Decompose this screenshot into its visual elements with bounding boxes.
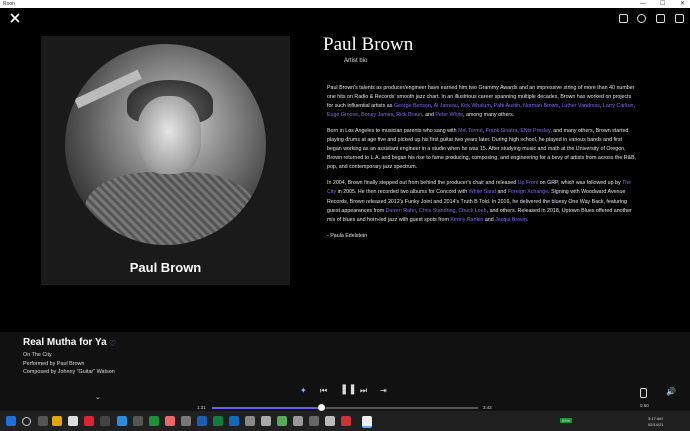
app-icon[interactable]: [325, 416, 335, 426]
bio-link[interactable]: Chuck Loeb: [458, 208, 486, 214]
volume-icon[interactable]: 🔊: [666, 387, 676, 396]
artist-image-panel: Paul Brown: [41, 36, 290, 285]
app-icon[interactable]: [277, 416, 287, 426]
app-title: Roon: [3, 1, 15, 7]
album-name[interactable]: On The City: [23, 352, 52, 358]
bio-link[interactable]: Darren Rahn: [386, 208, 416, 214]
radio-mode-icon[interactable]: ✦: [300, 386, 307, 395]
task-view-icon[interactable]: [38, 416, 48, 426]
queue-icon[interactable]: [619, 14, 628, 23]
search-icon[interactable]: [22, 417, 31, 426]
bio-text: , among many others.: [463, 112, 515, 119]
window-close-button[interactable]: ✕: [680, 0, 685, 8]
bio-text: and: [496, 189, 508, 196]
bio-link[interactable]: Kirk Whalum: [461, 103, 491, 109]
app-icon[interactable]: [100, 416, 110, 426]
window-titlebar: Roon — ☐ ✕: [0, 0, 690, 8]
bio-link[interactable]: Boney James: [361, 112, 393, 118]
bio-link[interactable]: Frank Sinatra: [486, 128, 518, 134]
artist-photo: [65, 44, 266, 245]
chrome-icon[interactable]: [84, 416, 94, 426]
cast-icon[interactable]: [675, 14, 684, 23]
bio-text: , and many others, Brown started playing…: [327, 128, 637, 171]
bio-link[interactable]: Rick Braun: [396, 112, 422, 118]
clock-time[interactable]: 3:17 AM: [648, 416, 663, 421]
word-icon[interactable]: [197, 416, 207, 426]
bio-link[interactable]: Patti Austin: [494, 103, 521, 109]
bio-link[interactable]: Euge Groove: [327, 112, 358, 118]
bio-text: , and: [422, 112, 436, 119]
seek-bar[interactable]: [212, 407, 478, 409]
previous-icon[interactable]: ⏮: [320, 386, 327, 396]
pause-icon[interactable]: ❚❚: [340, 384, 357, 395]
app-icon[interactable]: [165, 416, 175, 426]
bio-paragraph: In 2004, Brown finally stepped out from …: [327, 179, 637, 224]
bio-link[interactable]: White Sand: [469, 189, 496, 195]
edge-icon[interactable]: [117, 416, 127, 426]
app-icon[interactable]: [309, 416, 319, 426]
bio-paragraph: Paul Brown's talents as producer/enginee…: [327, 84, 637, 120]
track-title[interactable]: Real Mutha for Ya: [23, 337, 107, 348]
bio-link[interactable]: Peter White: [435, 112, 463, 118]
composer: Composed by Johnny "Guitar" Watson: [23, 369, 115, 375]
chevron-down-icon[interactable]: ⌄: [95, 393, 101, 401]
bio-text: In 2004, Brown finally stepped out from …: [327, 180, 518, 187]
bio-text: .: [526, 216, 529, 223]
queue-mode-icon[interactable]: ⇥: [380, 386, 387, 395]
bio-subtitle: Artist bio: [344, 58, 368, 64]
bio-paragraph: Born in Los Angeles to musician parents …: [327, 127, 637, 172]
app-icon[interactable]: [68, 416, 78, 426]
bio-link[interactable]: Al Jarreau: [434, 103, 458, 109]
seek-handle[interactable]: [317, 404, 325, 411]
bio-link[interactable]: Luther Vandross: [561, 103, 599, 109]
bio-text: ,: [633, 103, 635, 110]
start-icon[interactable]: [6, 416, 16, 426]
heart-icon[interactable]: ♡: [109, 339, 116, 348]
bio-link[interactable]: Foreign Xchange: [508, 189, 548, 195]
app-icon[interactable]: [261, 416, 271, 426]
minimize-button[interactable]: —: [640, 0, 646, 8]
performer: Performed by Paul Brown: [23, 361, 85, 367]
bio-link[interactable]: Kenny Rankin: [450, 217, 483, 223]
bio-link[interactable]: Norman Brown: [523, 103, 558, 109]
settings-icon[interactable]: [656, 14, 665, 23]
app-icon[interactable]: [293, 416, 303, 426]
artist-image-caption: Paul Brown: [129, 260, 202, 275]
app-icon[interactable]: [245, 416, 255, 426]
bio-link[interactable]: Larry Carlton: [603, 103, 634, 109]
bio-link[interactable]: Up Front: [518, 180, 539, 186]
bio-link[interactable]: George Benson: [394, 103, 431, 109]
zone-device-icon[interactable]: [640, 388, 647, 398]
app-icon[interactable]: [181, 416, 191, 426]
maximize-button[interactable]: ☐: [660, 0, 665, 8]
bio-link[interactable]: Elvis Presley: [520, 128, 550, 134]
bio-text: in 2005. He then recorded two albums for…: [336, 189, 469, 196]
radio-icon[interactable]: [637, 14, 646, 23]
next-icon[interactable]: ⏭: [360, 386, 367, 396]
outlook-icon[interactable]: [229, 416, 239, 426]
roon-icon[interactable]: [362, 416, 372, 428]
bio-link[interactable]: Chris Standring: [419, 208, 456, 214]
file-explorer-icon[interactable]: [52, 416, 62, 426]
elapsed-time: 1:31: [197, 405, 206, 410]
bio-text: and: [483, 216, 496, 223]
app-icon[interactable]: [149, 416, 159, 426]
clock-date[interactable]: 02/14/21: [648, 422, 664, 427]
excel-icon[interactable]: [213, 416, 223, 426]
bio-signature: - Paula Edelstein: [327, 232, 368, 239]
duration-time: 3:42: [483, 405, 492, 410]
app-icon[interactable]: [133, 416, 143, 426]
bio-link[interactable]: Mel Tormé: [458, 128, 483, 134]
bio-link[interactable]: Jacqui Brown: [495, 217, 527, 223]
battery-indicator[interactable]: 55%: [560, 418, 573, 423]
artist-bio: Paul Brown's talents as producer/enginee…: [327, 84, 637, 248]
volume-label: 0.50: [640, 403, 649, 408]
close-icon[interactable]: [9, 12, 21, 24]
artist-name: Paul Brown: [323, 34, 414, 55]
app-icon[interactable]: [341, 416, 351, 426]
bio-text: on GRP, which was followed up by: [538, 180, 622, 187]
bio-text: Born in Los Angeles to musician parents …: [327, 128, 459, 135]
